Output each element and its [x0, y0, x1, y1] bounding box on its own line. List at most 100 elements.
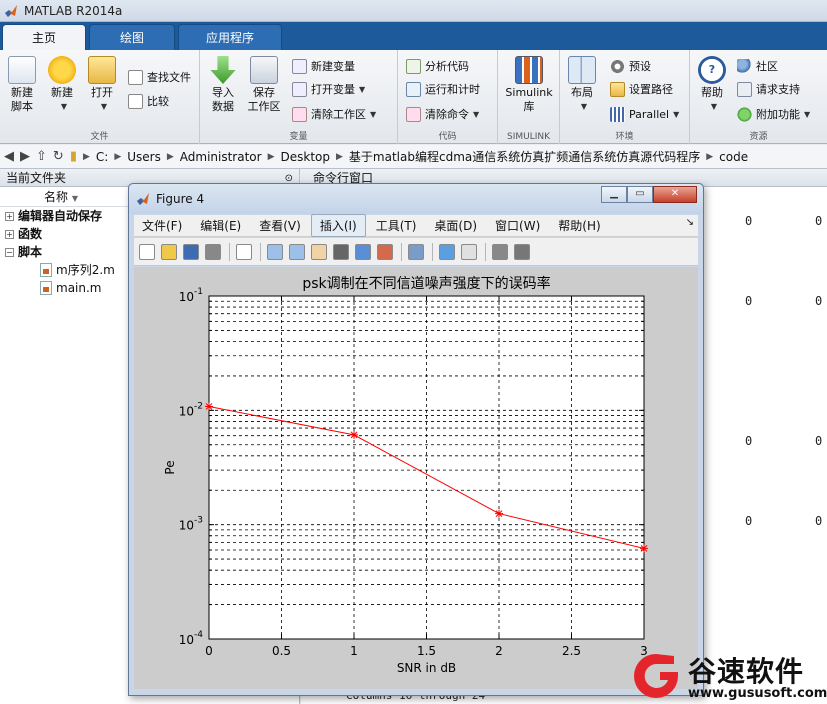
up-folder-icon[interactable]: ⇧	[36, 149, 47, 164]
tab-plots[interactable]: 绘图	[89, 24, 175, 50]
rotate-3d-icon[interactable]	[333, 243, 349, 260]
sort-indicator-icon: ▼	[71, 194, 78, 203]
toolbar-separator	[401, 242, 402, 261]
community-button[interactable]: 社区	[737, 57, 778, 75]
forward-arrow-icon[interactable]: ▶	[20, 149, 30, 164]
matlab-logo-icon	[137, 193, 149, 205]
save-workspace-button[interactable]: 保存 工作区	[246, 56, 282, 114]
breadcrumb-administrator[interactable]: Administrator	[180, 150, 262, 164]
open-button[interactable]: 打开 ▼	[86, 56, 118, 114]
analyze-code-icon	[406, 58, 421, 74]
matlab-logo-icon	[5, 4, 17, 17]
toolbar-separator	[260, 242, 261, 261]
expand-icon[interactable]: +	[5, 211, 14, 221]
breadcrumb-users[interactable]: Users	[127, 150, 161, 164]
figure-menu-item[interactable]: 窗口(W)	[487, 215, 548, 236]
import-data-button[interactable]: 导入 数据	[208, 56, 238, 114]
set-path-button[interactable]: 设置路径	[610, 80, 673, 98]
new-variable-button[interactable]: 新建变量	[292, 57, 355, 75]
breadcrumb-separator-icon: ▶	[267, 151, 275, 162]
m-file-icon	[40, 281, 52, 295]
maximize-icon[interactable]: ▭	[627, 186, 653, 203]
breadcrumb-separator-icon: ▶	[706, 151, 714, 162]
chevron-down-icon: ▼	[60, 102, 68, 111]
find-files-button[interactable]: 查找文件	[128, 68, 191, 86]
preferences-button[interactable]: 预设	[610, 57, 651, 75]
simulink-library-button[interactable]: Simulink 库	[504, 56, 554, 114]
x-axis-label: SNR in dB	[397, 661, 456, 675]
save-icon[interactable]	[183, 243, 199, 260]
new-figure-icon[interactable]	[139, 243, 155, 260]
run-and-time-button[interactable]: 运行和计时	[406, 80, 480, 98]
figure-title: Figure 4	[156, 192, 205, 206]
figure-menu-item[interactable]: 桌面(D)	[426, 215, 485, 236]
clear-workspace-button[interactable]: 清除工作区 ▼	[292, 105, 376, 123]
folder-icon[interactable]: ▮	[70, 149, 77, 164]
expand-icon[interactable]: +	[5, 229, 14, 239]
app-titlebar: MATLAB R2014a	[0, 0, 827, 22]
figure-menu-item[interactable]: 工具(T)	[368, 215, 425, 236]
brush-icon[interactable]	[377, 243, 393, 260]
run-and-time-label: 运行和计时	[425, 83, 480, 96]
figure-menu-item[interactable]: 插入(I)	[310, 214, 366, 237]
print-icon[interactable]	[205, 243, 221, 260]
pointer-icon[interactable]	[236, 243, 252, 260]
breadcrumb-separator-icon: ▶	[82, 151, 90, 162]
link-plot-icon[interactable]	[408, 243, 424, 260]
request-support-icon	[737, 81, 752, 97]
colorbar-icon[interactable]	[439, 243, 455, 260]
simulink-group-label: SIMULINK	[506, 132, 551, 142]
layout-button[interactable]: 布局 ▼	[566, 56, 598, 114]
browse-folder-icon[interactable]: ↻	[53, 149, 64, 164]
tab-apps[interactable]: 应用程序	[178, 24, 282, 50]
help-button[interactable]: ? 帮助 ▼	[696, 56, 728, 114]
zoom-in-icon[interactable]	[267, 243, 283, 260]
breadcrumb-c[interactable]: C:	[96, 150, 108, 164]
open-file-icon[interactable]	[161, 243, 177, 260]
new-button[interactable]: 新建 ▼	[46, 56, 78, 114]
pan-hand-icon[interactable]	[311, 243, 327, 260]
parallel-button[interactable]: Parallel ▼	[610, 105, 679, 123]
open-variable-button[interactable]: 打开变量 ▼	[292, 80, 365, 98]
figure-window[interactable]: Figure 4 ▁ ▭ ✕ 文件(F) 编辑(E) 查看(V) 插入(I) 工具(T)…	[128, 183, 704, 696]
chevron-down-icon: ▼	[804, 109, 811, 119]
breadcrumb-project-folder[interactable]: 基于matlab编程cdma通信系统仿真扩频通信系统仿真源代码程序	[349, 148, 700, 165]
ber-line-chart: 0 0.5 1 1.5 2 2.5 310-110-210-310-4psk调制在不同信道噪…	[163, 275, 648, 675]
clear-commands-icon	[406, 106, 421, 122]
figure-titlebar[interactable]: Figure 4 ▁ ▭ ✕	[129, 184, 703, 214]
new-script-button[interactable]: 新建 脚本	[6, 56, 38, 114]
y-tick-label: 10-2	[179, 401, 203, 418]
minimize-icon[interactable]: ▁	[601, 186, 627, 203]
breadcrumb-separator-icon: ▶	[336, 151, 343, 162]
figure-menubar: 文件(F) 编辑(E) 查看(V) 插入(I) 工具(T) 桌面(D) 窗口(W) 帮助(H)…	[134, 214, 698, 237]
add-ons-button[interactable]: 附加功能 ▼	[737, 105, 810, 123]
figure-menu-item[interactable]: 查看(V)	[251, 215, 309, 236]
tab-home[interactable]: 主页	[2, 24, 86, 50]
figure-menu-item[interactable]: 文件(F)	[134, 215, 190, 236]
hide-plot-tools-icon[interactable]	[492, 243, 508, 260]
request-support-button[interactable]: 请求支持	[737, 80, 800, 98]
show-plot-tools-icon[interactable]	[514, 243, 530, 260]
set-path-label: 设置路径	[629, 83, 673, 96]
figure-menu-item[interactable]: 编辑(E)	[192, 215, 249, 236]
legend-icon[interactable]	[461, 243, 477, 260]
chevron-down-icon: ▼	[100, 102, 108, 111]
analyze-code-button[interactable]: 分析代码	[406, 57, 469, 75]
data-cursor-icon[interactable]	[355, 243, 371, 260]
menubar-overflow-icon[interactable]: ↘	[686, 217, 694, 228]
file-item-label: m序列2.m	[56, 263, 115, 277]
breadcrumb-code[interactable]: code	[719, 150, 748, 164]
current-folder-title: 当前文件夹	[6, 171, 67, 185]
clear-commands-button[interactable]: 清除命令 ▼	[406, 105, 479, 123]
y-tick-label: 10-4	[179, 630, 204, 647]
figure-toolbar	[134, 238, 698, 266]
x-tick-label: 1	[350, 644, 358, 658]
compare-button[interactable]: 比较	[128, 92, 169, 110]
collapse-icon[interactable]: −	[5, 247, 14, 257]
back-arrow-icon[interactable]: ◀	[4, 149, 14, 164]
close-icon[interactable]: ✕	[653, 186, 697, 203]
breadcrumb-desktop[interactable]: Desktop	[281, 150, 331, 164]
zoom-out-icon[interactable]	[289, 243, 305, 260]
plot-area	[208, 295, 645, 640]
figure-menu-item[interactable]: 帮助(H)	[550, 215, 608, 236]
